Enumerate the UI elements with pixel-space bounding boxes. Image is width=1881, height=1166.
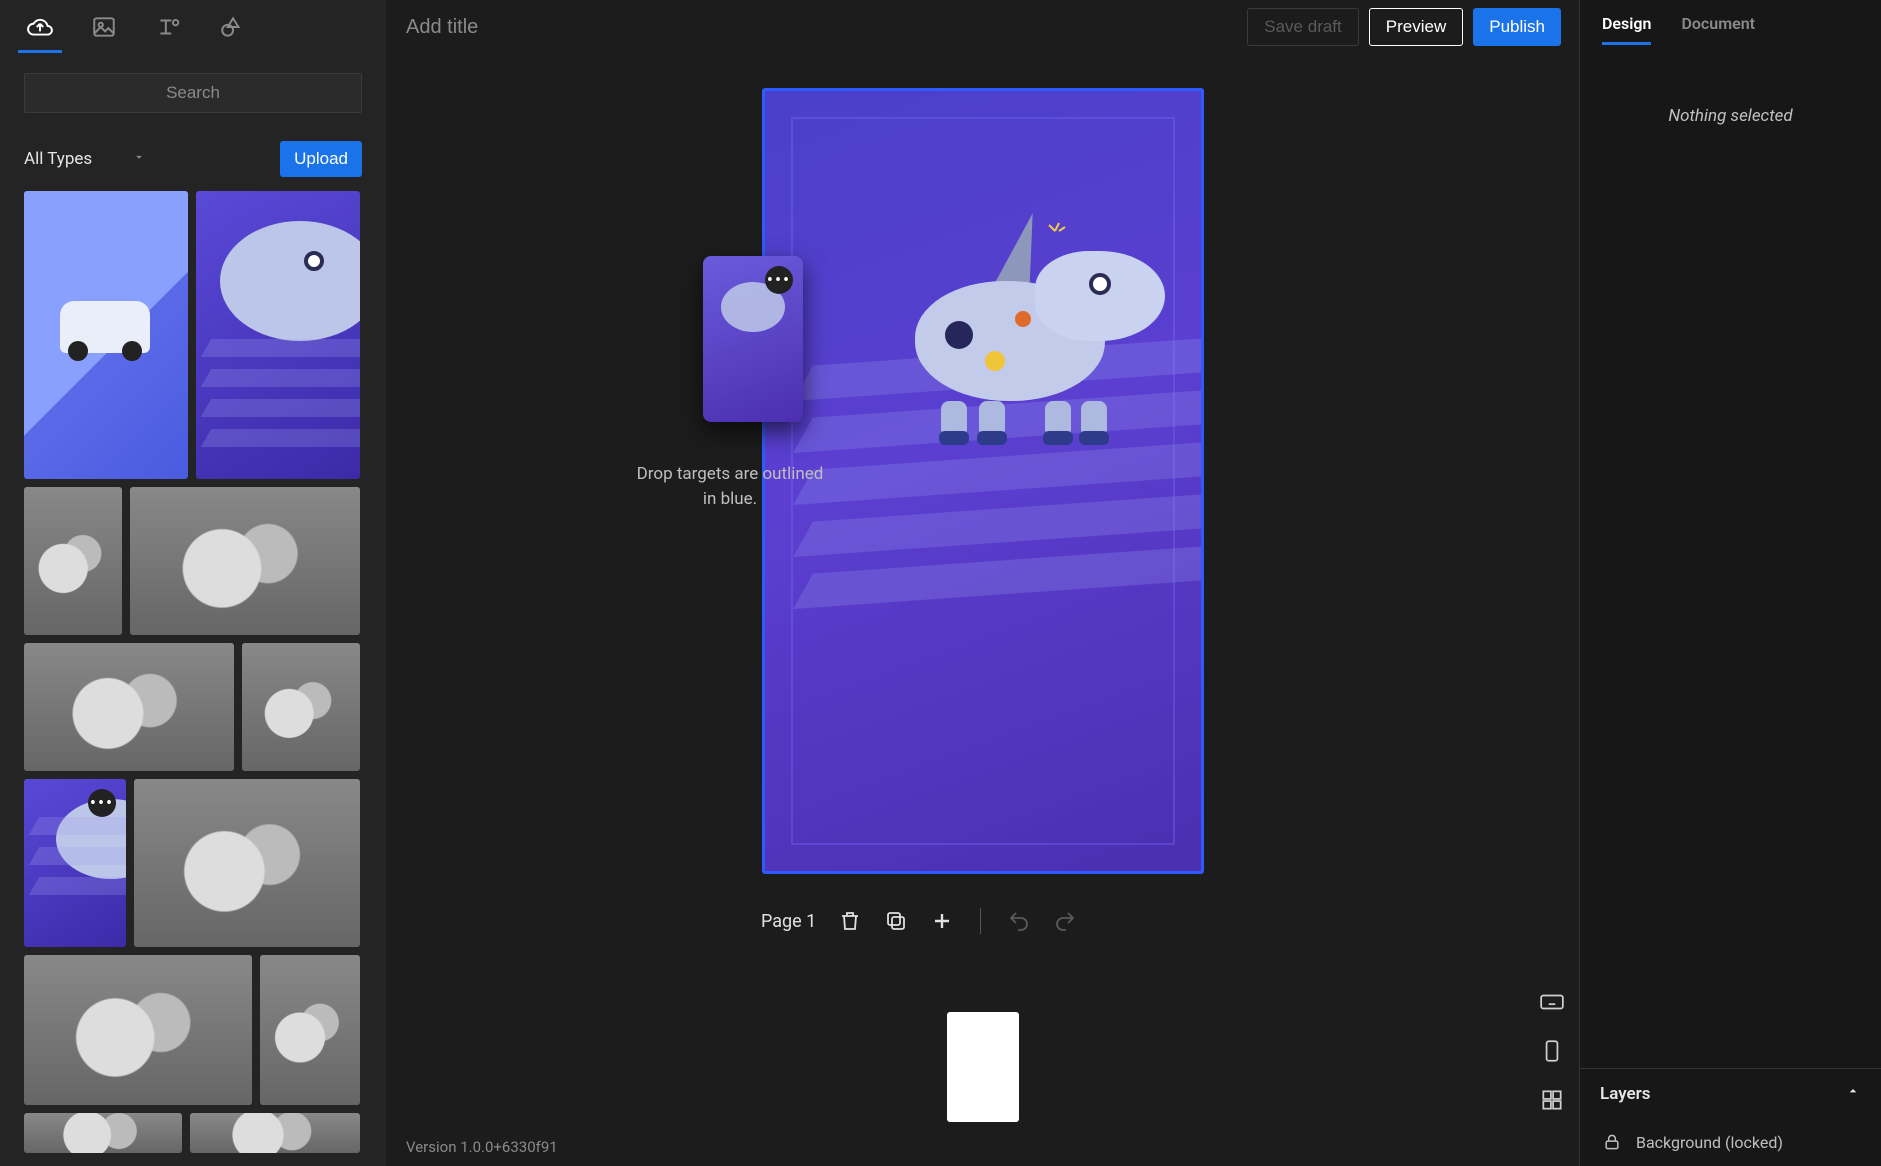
asset-thumb[interactable]: ••• bbox=[24, 779, 126, 947]
layers-panel: Layers Background (locked) bbox=[1580, 1068, 1881, 1166]
plus-icon bbox=[930, 909, 954, 933]
lock-icon bbox=[1602, 1132, 1622, 1152]
image-icon bbox=[91, 14, 117, 40]
layers-header[interactable]: Layers bbox=[1580, 1069, 1881, 1118]
preview-button[interactable]: Preview bbox=[1369, 8, 1463, 46]
duplicate-icon bbox=[884, 909, 908, 933]
asset-thumb[interactable] bbox=[24, 955, 252, 1105]
rhino-graphic bbox=[875, 211, 1145, 431]
tab-design[interactable]: Design bbox=[1602, 14, 1651, 33]
tab-image[interactable] bbox=[72, 0, 136, 53]
keyboard-icon bbox=[1539, 989, 1565, 1015]
save-draft-button[interactable]: Save draft bbox=[1247, 8, 1359, 46]
layer-label: Background (locked) bbox=[1636, 1133, 1783, 1152]
sidebar-tabs bbox=[0, 0, 386, 53]
right-panel-empty-state: Nothing selected bbox=[1580, 46, 1881, 1068]
publish-button[interactable]: Publish bbox=[1473, 8, 1561, 46]
drag-preview[interactable]: ••• bbox=[703, 256, 803, 422]
search-input[interactable] bbox=[24, 73, 362, 113]
left-sidebar: All Types Upload bbox=[0, 0, 386, 1166]
drag-preview-menu-button[interactable]: ••• bbox=[765, 266, 793, 294]
floating-tools bbox=[1539, 989, 1565, 1118]
topbar: Save draft Preview Publish bbox=[386, 0, 1579, 54]
cloud-upload-icon bbox=[27, 14, 53, 40]
page-label: Page 1 bbox=[761, 911, 816, 932]
asset-thumb[interactable] bbox=[260, 955, 360, 1105]
redo-button[interactable] bbox=[1053, 909, 1077, 933]
asset-thumb[interactable] bbox=[242, 643, 360, 771]
chevron-up-icon bbox=[1845, 1083, 1861, 1104]
asset-gallery[interactable]: ••• bbox=[0, 191, 386, 1166]
asset-thumb[interactable] bbox=[134, 779, 360, 947]
right-panel-tabs: Design Document bbox=[1580, 0, 1881, 46]
asset-thumb[interactable] bbox=[24, 643, 234, 771]
asset-thumb[interactable] bbox=[190, 1113, 360, 1153]
trash-icon bbox=[838, 909, 862, 933]
asset-thumb[interactable] bbox=[24, 1113, 182, 1153]
thumb-menu-button[interactable]: ••• bbox=[88, 789, 116, 817]
version-label: Version 1.0.0+6330f91 bbox=[406, 1138, 558, 1156]
canvas-area[interactable]: ••• Drop targets are outlined in blue. P… bbox=[386, 54, 1579, 1166]
asset-thumb[interactable] bbox=[130, 487, 360, 635]
page-thumbnail[interactable] bbox=[947, 1012, 1019, 1122]
text-icon bbox=[155, 14, 181, 40]
device-preview-button[interactable] bbox=[1539, 1038, 1565, 1069]
delete-page-button[interactable] bbox=[838, 909, 862, 933]
tab-shapes[interactable] bbox=[200, 0, 264, 53]
grid-view-button[interactable] bbox=[1539, 1087, 1565, 1118]
page-thumb-strip bbox=[947, 1012, 1019, 1122]
asset-thumb[interactable] bbox=[24, 191, 188, 479]
undo-icon bbox=[1007, 909, 1031, 933]
chevron-down-icon bbox=[132, 149, 146, 169]
type-filter-select[interactable]: All Types bbox=[24, 149, 146, 169]
drop-hint-text: Drop targets are outlined in blue. bbox=[630, 462, 830, 511]
page-tools: Page 1 bbox=[761, 908, 1077, 934]
asset-thumb[interactable] bbox=[24, 487, 122, 635]
duplicate-page-button[interactable] bbox=[884, 909, 908, 933]
type-filter-label: All Types bbox=[24, 149, 92, 169]
title-input[interactable] bbox=[404, 15, 804, 40]
shapes-icon bbox=[219, 14, 245, 40]
redo-icon bbox=[1053, 909, 1077, 933]
separator bbox=[980, 908, 981, 934]
device-icon bbox=[1539, 1038, 1565, 1064]
asset-thumb[interactable] bbox=[196, 191, 360, 479]
tab-document[interactable]: Document bbox=[1681, 14, 1755, 33]
undo-button[interactable] bbox=[1007, 909, 1031, 933]
tab-text[interactable] bbox=[136, 0, 200, 53]
keyboard-shortcuts-button[interactable] bbox=[1539, 989, 1565, 1020]
add-page-button[interactable] bbox=[930, 909, 954, 933]
layers-title: Layers bbox=[1600, 1084, 1651, 1104]
tab-upload[interactable] bbox=[8, 0, 72, 53]
upload-button[interactable]: Upload bbox=[280, 141, 362, 177]
layer-row[interactable]: Background (locked) bbox=[1580, 1118, 1881, 1166]
grid-icon bbox=[1539, 1087, 1565, 1113]
right-panel: Design Document Nothing selected Layers … bbox=[1579, 0, 1881, 1166]
main-area: Save draft Preview Publish bbox=[386, 0, 1579, 1166]
